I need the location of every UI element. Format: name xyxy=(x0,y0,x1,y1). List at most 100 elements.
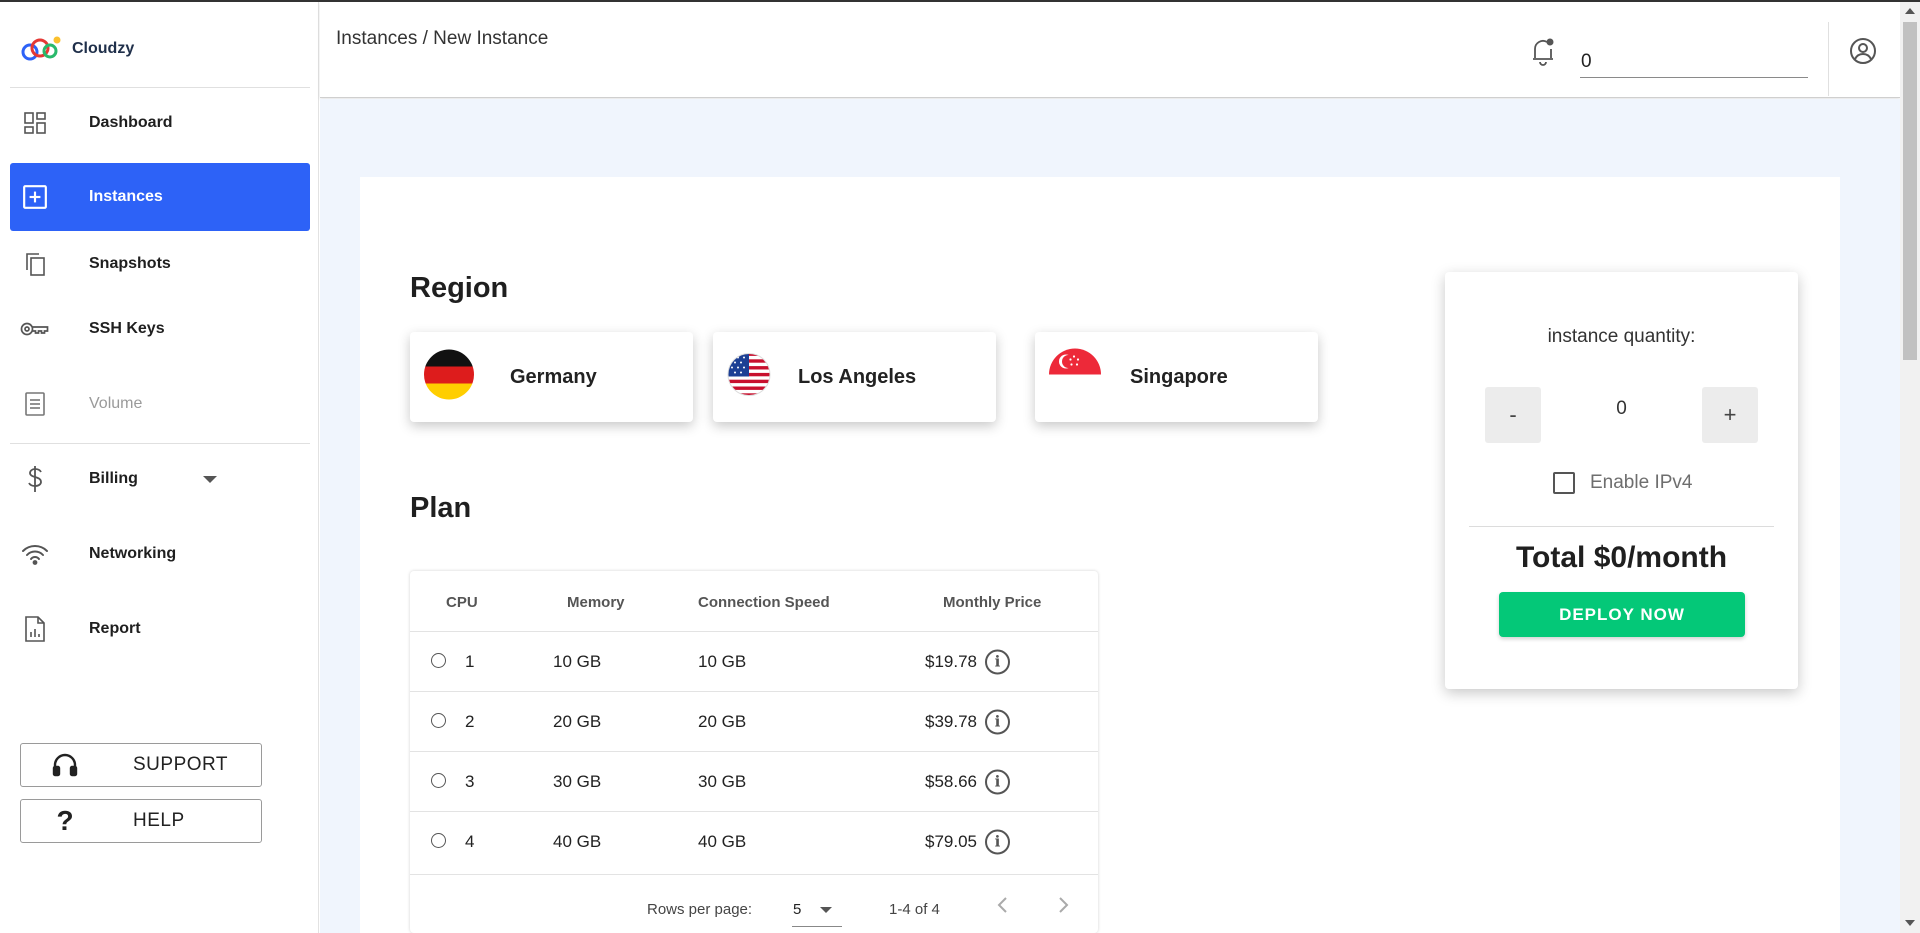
key-icon xyxy=(20,314,50,344)
add-box-icon xyxy=(20,182,50,212)
info-icon[interactable]: i xyxy=(985,829,1010,854)
decrement-button[interactable]: - xyxy=(1485,387,1541,443)
region-option-los-angeles[interactable]: Los Angeles xyxy=(713,332,996,422)
summary-divider xyxy=(1469,526,1774,527)
sidebar-item-label: Instances xyxy=(89,188,163,205)
help-label: HELP xyxy=(133,810,185,831)
chevron-down-icon xyxy=(820,907,832,913)
column-header-monthly-price: Monthly Price xyxy=(943,594,1042,611)
table-row[interactable]: 2 20 GB 20 GB $39.78 i xyxy=(410,691,1098,751)
headset-icon xyxy=(52,752,78,778)
checkbox-box[interactable] xyxy=(1553,472,1575,494)
dollar-icon xyxy=(20,464,50,494)
region-name: Singapore xyxy=(1130,365,1228,388)
column-header-memory: Memory xyxy=(567,594,625,611)
cpu-cell: 2 xyxy=(465,711,475,731)
plan-title: Plan xyxy=(410,492,472,524)
credit-field[interactable]: 0 xyxy=(1580,32,1808,78)
ipv4-label: Enable IPv4 xyxy=(1590,472,1693,493)
sidebar-item-label: Report xyxy=(89,620,141,637)
quantity-input[interactable]: 0 xyxy=(1565,398,1678,432)
order-summary-card: instance quantity: - 0 + Enable IPv4 Tot… xyxy=(1445,272,1798,689)
table-row[interactable]: 1 10 GB 10 GB $19.78 i xyxy=(410,631,1098,691)
pagination-range: 1-4 of 4 xyxy=(889,901,940,918)
header-divider xyxy=(1828,22,1829,96)
table-row[interactable]: 3 30 GB 30 GB $58.66 i xyxy=(410,751,1098,811)
speed-cell: 30 GB xyxy=(698,771,747,791)
sidebar-item-dashboard[interactable]: Dashboard xyxy=(10,89,310,157)
memory-cell: 40 GB xyxy=(553,831,602,851)
logo[interactable]: Cloudzy xyxy=(20,34,134,64)
previous-page-button[interactable] xyxy=(992,895,1012,915)
plan-radio[interactable] xyxy=(431,772,446,788)
increment-button[interactable]: + xyxy=(1702,387,1758,443)
region-option-singapore[interactable]: Singapore xyxy=(1035,332,1318,422)
plan-radio[interactable] xyxy=(431,652,446,668)
sidebar-item-volume[interactable]: Volume xyxy=(10,370,310,438)
sidebar-item-label: Dashboard xyxy=(89,114,173,131)
info-icon[interactable]: i xyxy=(985,769,1010,794)
question-mark-icon: ? xyxy=(56,805,74,836)
sidebar-item-networking[interactable]: Networking xyxy=(10,520,310,588)
price-cell: $58.66 xyxy=(925,771,977,791)
breadcrumb: Instances / New Instance xyxy=(336,28,549,49)
speed-cell: 20 GB xyxy=(698,711,747,731)
account-circle-icon[interactable] xyxy=(1848,36,1878,71)
report-icon xyxy=(20,614,50,644)
cpu-cell: 1 xyxy=(465,651,475,671)
memory-cell: 10 GB xyxy=(553,651,602,671)
plan-radio[interactable] xyxy=(431,832,446,848)
sidebar-item-label: Volume xyxy=(89,395,143,412)
price-cell: $39.78 xyxy=(925,711,977,731)
plan-table: CPU Memory Connection Speed Monthly Pric… xyxy=(410,571,1098,933)
brand-name: Cloudzy xyxy=(72,40,135,57)
column-header-cpu: CPU xyxy=(446,594,478,611)
scrollbar-thumb[interactable] xyxy=(1903,22,1917,360)
sidebar-item-instances[interactable]: Instances xyxy=(10,163,310,231)
sidebar-item-snapshots[interactable]: Snapshots xyxy=(10,230,310,298)
notification-bell-icon[interactable] xyxy=(1530,36,1556,71)
sidebar-item-label: Snapshots xyxy=(89,255,171,272)
support-button[interactable]: SUPPORT xyxy=(20,743,262,787)
enable-ipv4-checkbox[interactable]: Enable IPv4 xyxy=(1553,472,1692,494)
info-icon[interactable]: i xyxy=(985,649,1010,674)
region-title: Region xyxy=(410,272,509,304)
speed-cell: 40 GB xyxy=(698,831,747,851)
total-price: Total $0/month xyxy=(1515,541,1728,574)
usa-flag-icon xyxy=(727,353,771,402)
price-cell: $79.05 xyxy=(925,831,977,851)
speed-cell: 10 GB xyxy=(698,651,747,671)
sidebar-item-report[interactable]: Report xyxy=(10,595,310,663)
cpu-cell: 4 xyxy=(465,831,475,851)
deploy-now-button[interactable]: DEPLOY NOW xyxy=(1499,592,1745,637)
top-header: Instances / New Instance 0 xyxy=(320,2,1900,98)
support-label: SUPPORT xyxy=(133,754,229,775)
dashboard-icon xyxy=(20,108,50,138)
rows-per-page-label: Rows per page: xyxy=(647,901,753,918)
info-icon[interactable]: i xyxy=(985,709,1010,734)
column-header-connection-speed: Connection Speed xyxy=(698,594,830,611)
copy-icon xyxy=(20,249,50,279)
plan-radio[interactable] xyxy=(431,712,446,728)
sidebar-divider xyxy=(10,87,310,88)
next-page-button[interactable] xyxy=(1054,895,1074,915)
germany-flag-icon xyxy=(424,349,474,405)
singapore-flag-icon xyxy=(1049,348,1101,406)
region-name: Los Angeles xyxy=(798,365,917,388)
sidebar: Cloudzy Dashboard Instances Snapshots SS… xyxy=(0,2,319,933)
wifi-icon xyxy=(20,539,50,569)
sidebar-item-billing[interactable]: Billing xyxy=(10,445,310,513)
quantity-label: instance quantity: xyxy=(1547,326,1696,347)
sidebar-item-ssh-keys[interactable]: SSH Keys xyxy=(10,295,310,363)
region-option-germany[interactable]: Germany xyxy=(410,332,693,422)
sidebar-item-label: Billing xyxy=(89,470,138,487)
scroll-up-arrow-icon[interactable] xyxy=(1905,8,1915,14)
help-button[interactable]: ? HELP xyxy=(20,799,262,843)
table-row[interactable]: 4 40 GB 40 GB $79.05 i xyxy=(410,811,1098,871)
sidebar-item-label: SSH Keys xyxy=(89,320,165,337)
rows-per-page-select[interactable]: 5 xyxy=(792,893,842,927)
document-icon xyxy=(20,389,50,419)
chevron-down-icon xyxy=(203,475,217,483)
scroll-down-arrow-icon[interactable] xyxy=(1905,920,1915,926)
cpu-cell: 3 xyxy=(465,771,475,791)
